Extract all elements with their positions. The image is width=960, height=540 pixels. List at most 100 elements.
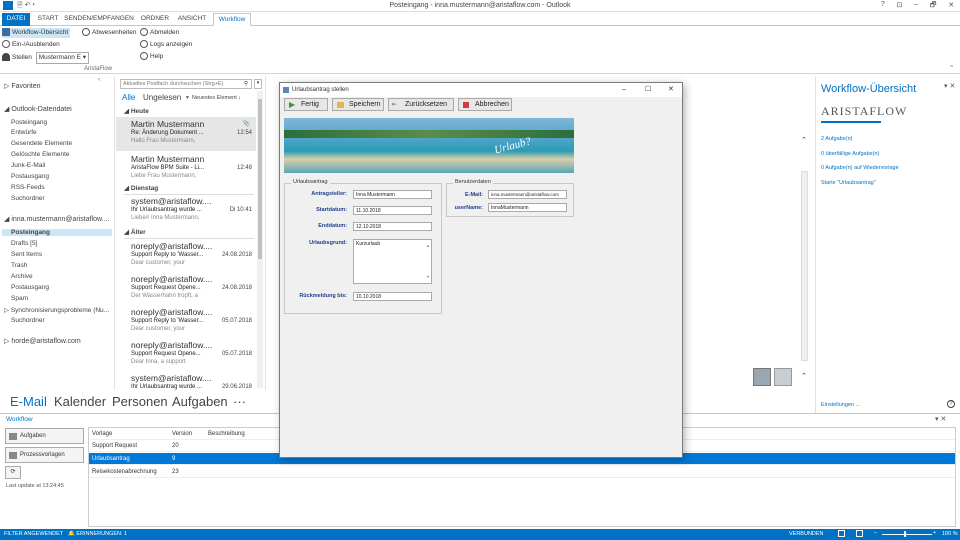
email-field[interactable]: inna.mustermann@aristaflow.com (488, 190, 567, 199)
done-button[interactable]: Fertig (284, 98, 328, 111)
link-tasks[interactable]: 2 Aufgabe(n) (821, 136, 853, 142)
col-version[interactable]: Version (172, 428, 192, 440)
dialog-maximize-icon[interactable]: ☐ (645, 83, 651, 97)
link-resubmission[interactable]: 0 Aufgabe(n) auf Wiedervorlage (821, 165, 899, 171)
expand-header-icon[interactable]: ⌃ (801, 136, 807, 144)
filter-unread[interactable]: Ungelesen (143, 93, 181, 102)
folder-item[interactable]: Archive (11, 273, 33, 280)
reading-view-icon[interactable] (856, 530, 863, 537)
avatar[interactable] (753, 368, 771, 386)
refresh-button[interactable]: ⟳ (5, 466, 21, 479)
tab-view[interactable]: ANSICHT (175, 13, 209, 26)
nav-more[interactable]: ··· (233, 394, 246, 409)
account-node[interactable]: ◢ inna.mustermann@aristaflow.... (4, 215, 109, 223)
link-overdue[interactable]: 0 überfällige Aufgabe(n) (821, 151, 879, 157)
username-field[interactable]: InnaMustermann (488, 203, 567, 212)
help-icon[interactable]: ? (881, 1, 885, 12)
restore-icon[interactable]: 🗗 (930, 1, 937, 12)
start-date-field[interactable]: 11.10.2018 (353, 206, 432, 215)
pane-close-icon[interactable]: ▾ ✕ (944, 82, 955, 90)
folder-item[interactable]: Entwürfe (11, 129, 37, 136)
zoom-out-icon[interactable]: – (874, 530, 877, 536)
list-scrollbar[interactable] (257, 91, 263, 388)
zoom-slider-thumb[interactable] (904, 531, 906, 537)
col-template[interactable]: Vorlage (92, 428, 112, 440)
list-item[interactable]: noreply@aristaflow.... Support Request O… (116, 272, 256, 306)
favorites-node[interactable]: ▷ Favoriten (4, 82, 41, 90)
folder-item[interactable]: Postausgang (11, 284, 49, 291)
list-item[interactable]: noreply@aristaflow.... Support Reply to … (116, 305, 256, 339)
cancel-button[interactable]: Abbrechen (458, 98, 512, 111)
folder-item[interactable]: Trash (11, 262, 27, 269)
folder-item[interactable]: Junk-E-Mail (11, 162, 45, 169)
reminders-status[interactable]: 🔔 ERINNERUNGEN: 1 (68, 531, 127, 537)
nav-people[interactable]: Personen (112, 394, 168, 409)
textarea-scroll-up-icon[interactable]: ▲ (426, 242, 430, 250)
group-header[interactable]: ◢ Älter (124, 228, 254, 239)
folder-item[interactable]: Suchordner (11, 195, 45, 202)
nav-tasks[interactable]: Aufgaben (172, 394, 228, 409)
reset-button[interactable]: ⇤ Zurücksetzen (388, 98, 454, 111)
tab-folder[interactable]: ORDNER (138, 13, 172, 26)
folder-item[interactable]: Suchordner (11, 317, 45, 324)
normal-view-icon[interactable] (838, 530, 845, 537)
folder-item[interactable]: Gesendete Elemente (11, 140, 72, 147)
zoom-slider[interactable] (882, 534, 932, 535)
absences-button[interactable]: Abwesenheiten (82, 28, 136, 38)
sort-by[interactable]: ▾ Neuestes Element ↓ (186, 95, 241, 101)
list-item[interactable]: Martin Mustermann 📎 Re: Änderung Dokumen… (116, 117, 256, 151)
folder-item[interactable]: Spam (11, 295, 28, 302)
minimize-icon[interactable]: – (914, 1, 918, 12)
help-icon[interactable]: ? (947, 400, 955, 408)
dialog-close-icon[interactable]: ✕ (668, 83, 674, 97)
help-button[interactable]: Help (140, 52, 163, 62)
datafile-node[interactable]: ◢ Outlook-Datendatei (4, 105, 72, 113)
folder-item-inbox-selected[interactable]: Posteingang (2, 229, 112, 236)
nav-email[interactable]: E-Mail (10, 394, 47, 409)
folder-item[interactable]: ▷ Synchronisierungsprobleme (Nu... (4, 306, 109, 314)
folder-item[interactable]: Drafts [5] (11, 240, 37, 247)
tab-start[interactable]: START (34, 13, 62, 26)
tasks-button[interactable]: Aufgaben (5, 428, 84, 444)
folder-item[interactable]: RSS-Feeds (11, 184, 45, 191)
workflow-overview-button[interactable]: Workflow-Übersicht (2, 28, 71, 38)
collapse-pane-icon[interactable]: ‹ (98, 76, 100, 83)
settings-link[interactable]: Einstellungen ... (821, 402, 860, 408)
col-description[interactable]: Beschreibung (208, 428, 245, 440)
avatar[interactable] (774, 368, 792, 386)
stellen-select[interactable]: Mustermann E ▾ (35, 52, 90, 64)
close-icon[interactable]: ✕ (948, 1, 954, 12)
zoom-in-icon[interactable]: + (933, 530, 936, 536)
show-hide-button[interactable]: Ein-/Ausblenden (2, 40, 60, 50)
bottom-pane-close-icon[interactable]: ▾ ✕ (935, 415, 946, 423)
people-pane-toggle-icon[interactable]: ⌃ (801, 372, 807, 380)
list-item[interactable]: system@aristaflow.... Ihr Urlaubsantrag … (116, 194, 256, 228)
tab-send-receive[interactable]: SENDEN/EMPFANGEN (64, 13, 134, 26)
list-item[interactable]: Martin Mustermann AristaFlow BPM Suite -… (116, 152, 256, 186)
scope-dropdown-icon[interactable]: ▾ (254, 79, 262, 89)
search-input[interactable]: Aktuelles Postfach durchsuchen (Strg+E) ⚲ (120, 79, 252, 89)
account2-node[interactable]: ▷ horde@aristaflow.com (4, 337, 81, 345)
ribbon-display-icon[interactable]: ⊡ (897, 1, 903, 12)
scrollbar-thumb[interactable] (258, 99, 262, 259)
tab-workflow[interactable]: Workflow (213, 13, 251, 26)
nav-calendar[interactable]: Kalender (54, 394, 106, 409)
filter-all[interactable]: Alle (122, 93, 135, 102)
reading-scrollbar[interactable] (801, 171, 808, 361)
list-item[interactable]: noreply@aristaflow.... Support Reply to … (116, 239, 256, 273)
folder-item[interactable]: Posteingang (11, 119, 47, 126)
folder-item[interactable]: Gelöschte Elemente (11, 151, 70, 158)
list-item[interactable]: system@aristaflow.... Ihr Urlaubsantrag … (116, 371, 256, 390)
applicant-field[interactable]: Inna Mustermann (353, 190, 432, 199)
window-controls[interactable]: ? ⊡ – 🗗 ✕ (875, 1, 960, 12)
save-button[interactable]: Speichern (332, 98, 384, 111)
logs-button[interactable]: Logs anzeigen (140, 40, 192, 50)
collapse-ribbon-icon[interactable]: ⌃ (949, 64, 954, 74)
folder-item[interactable]: Postausgang (11, 173, 49, 180)
reply-by-field[interactable]: 10.10.2018 (353, 292, 432, 301)
list-item[interactable]: noreply@aristaflow.... Support Request O… (116, 338, 256, 372)
reason-textarea[interactable]: Kurzurlaub ▲ ▼ (353, 239, 432, 284)
folder-item[interactable]: Sent Items (11, 251, 42, 258)
end-date-field[interactable]: 12.10.2018 (353, 222, 432, 231)
logout-button[interactable]: Abmelden (140, 28, 179, 38)
